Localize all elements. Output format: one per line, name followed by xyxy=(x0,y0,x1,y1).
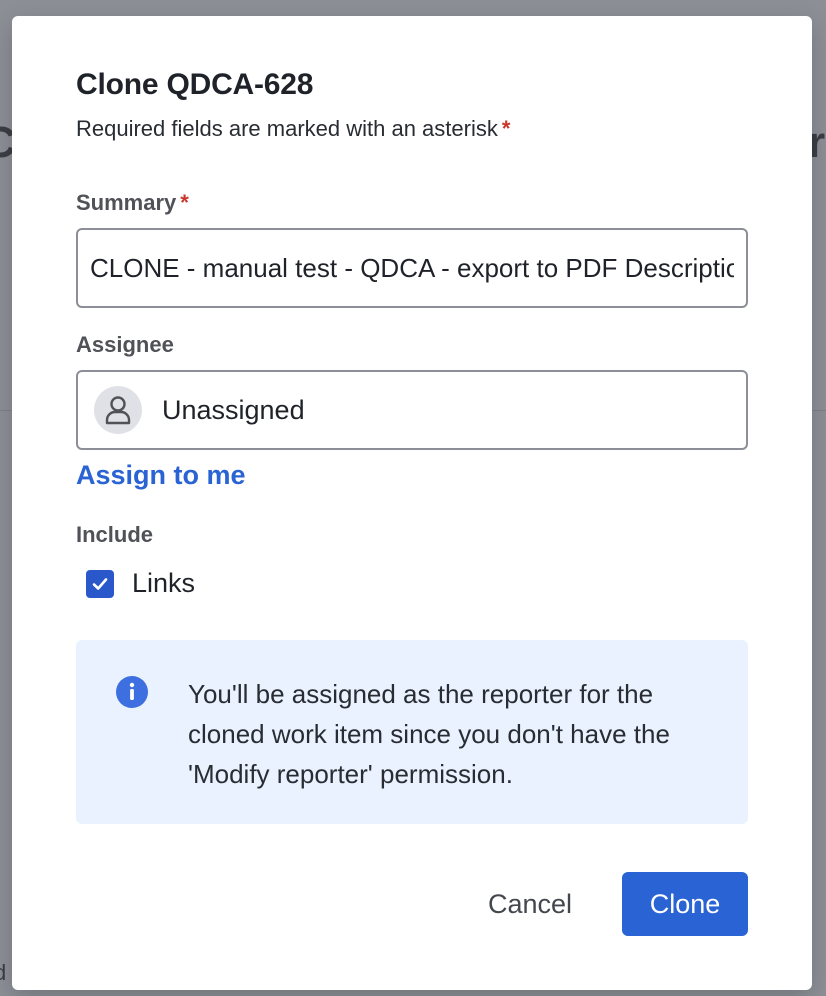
links-checkbox[interactable] xyxy=(86,569,114,598)
clone-button[interactable]: Clone xyxy=(622,872,748,936)
required-fields-text: Required fields are marked with an aster… xyxy=(76,116,498,141)
summary-label: Summary * xyxy=(76,190,189,216)
assignee-label: Assignee xyxy=(76,332,174,357)
required-asterisk: * xyxy=(180,190,189,215)
assignee-select[interactable]: Unassigned xyxy=(76,370,748,450)
required-asterisk: * xyxy=(501,116,511,141)
summary-input[interactable] xyxy=(76,228,748,308)
clone-dialog: Clone QDCA-628 Required fields are marke… xyxy=(12,16,812,990)
info-message-text: You'll be assigned as the reporter for t… xyxy=(188,679,670,789)
checkmark-icon xyxy=(92,577,108,590)
info-icon xyxy=(116,676,148,708)
reporter-info-message: You'll be assigned as the reporter for t… xyxy=(76,640,748,824)
assign-to-me-link[interactable]: Assign to me xyxy=(76,460,246,491)
include-label: Include xyxy=(76,522,154,547)
summary-label-text: Summary xyxy=(76,190,177,215)
background-text-fragment: d xyxy=(0,960,7,985)
dialog-title: Clone QDCA-628 xyxy=(76,68,314,101)
user-icon xyxy=(105,396,131,425)
cancel-button[interactable]: Cancel xyxy=(468,872,592,936)
required-fields-note: Required fields are marked with an aster… xyxy=(76,116,510,142)
avatar xyxy=(94,386,142,434)
assignee-value: Unassigned xyxy=(162,394,305,425)
links-checkbox-row[interactable]: Links xyxy=(86,568,195,599)
links-checkbox-label: Links xyxy=(132,568,196,598)
